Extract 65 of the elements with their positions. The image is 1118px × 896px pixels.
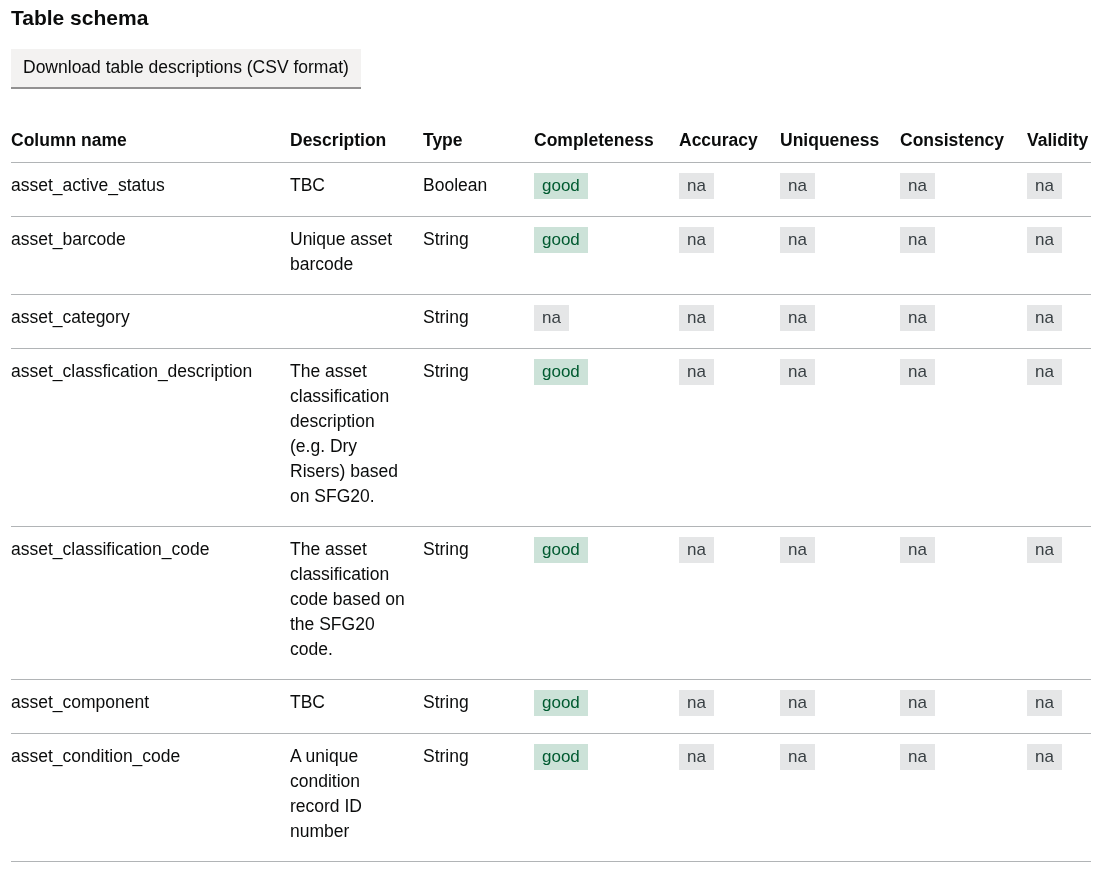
description-text: The asset classification code based on the SFG20 code. bbox=[290, 538, 406, 661]
quality-tag: na bbox=[780, 359, 815, 385]
quality-tag: good bbox=[534, 537, 588, 563]
quality-tag: good bbox=[534, 227, 588, 253]
quality-tag: good bbox=[534, 359, 588, 385]
quality-tag: na bbox=[900, 537, 935, 563]
column-name-text: asset_condition_code bbox=[11, 745, 181, 769]
quality-tag: good bbox=[534, 173, 588, 199]
quality-tag: na bbox=[780, 690, 815, 716]
column-name-text: asset_classification_code bbox=[11, 538, 210, 562]
type-text: String bbox=[423, 360, 469, 383]
quality-tag: na bbox=[1027, 173, 1062, 199]
type-text: String bbox=[423, 745, 469, 768]
quality-tag: na bbox=[780, 744, 815, 770]
quality-tag: na bbox=[679, 744, 714, 770]
description-text: A unique condition record ID number bbox=[290, 745, 363, 843]
quality-tag: good bbox=[534, 690, 588, 716]
quality-tag: na bbox=[900, 227, 935, 253]
type-text: String bbox=[423, 228, 469, 251]
description-text: Unique asset barcode bbox=[290, 228, 394, 276]
quality-tag: na bbox=[679, 173, 714, 199]
quality-tag: na bbox=[1027, 227, 1062, 253]
quality-tag: na bbox=[679, 537, 714, 563]
column-header: Accuracy bbox=[679, 130, 780, 163]
column-header: Uniqueness bbox=[780, 130, 900, 163]
quality-tag: na bbox=[679, 690, 714, 716]
quality-tag: na bbox=[900, 305, 935, 331]
type-text: String bbox=[423, 306, 469, 329]
column-name-text: asset_component bbox=[11, 691, 150, 715]
quality-tag: na bbox=[1027, 537, 1062, 563]
quality-tag: na bbox=[1027, 744, 1062, 770]
type-text: String bbox=[423, 538, 469, 561]
quality-tag: na bbox=[780, 305, 815, 331]
column-name-text: asset_classfication_description bbox=[11, 360, 253, 384]
type-text: Boolean bbox=[423, 174, 488, 197]
quality-tag: na bbox=[780, 227, 815, 253]
description-text: TBC bbox=[290, 174, 325, 197]
description-text: TBC bbox=[290, 691, 325, 714]
quality-tag: na bbox=[679, 227, 714, 253]
quality-tag: good bbox=[534, 744, 588, 770]
column-header: Validity bbox=[1027, 130, 1091, 163]
quality-tag: na bbox=[679, 359, 714, 385]
quality-tag: na bbox=[1027, 305, 1062, 331]
column-header: Consistency bbox=[900, 130, 1027, 163]
quality-tag: na bbox=[900, 173, 935, 199]
column-name-text: asset_active_status bbox=[11, 174, 165, 198]
column-header: Type bbox=[423, 130, 534, 163]
column-header: Completeness bbox=[534, 130, 679, 163]
download-button[interactable]: Download table descriptions (CSV format) bbox=[11, 49, 361, 87]
quality-tag: na bbox=[1027, 359, 1062, 385]
column-header: Column name bbox=[11, 130, 290, 163]
quality-tag: na bbox=[780, 173, 815, 199]
description-text: The asset classification description (e.g. Dry Risers) based on SFG20. bbox=[290, 360, 399, 508]
type-text: String bbox=[423, 691, 469, 714]
quality-tag: na bbox=[900, 359, 935, 385]
section-title: Table schema bbox=[11, 5, 150, 31]
quality-tag: na bbox=[900, 690, 935, 716]
quality-tag: na bbox=[1027, 690, 1062, 716]
column-name-text: asset_category bbox=[11, 306, 130, 330]
column-name-text: asset_barcode bbox=[11, 228, 126, 252]
quality-tag: na bbox=[900, 744, 935, 770]
quality-tag: na bbox=[679, 305, 714, 331]
column-header: Description bbox=[290, 130, 423, 163]
quality-tag: na bbox=[534, 305, 569, 331]
quality-tag: na bbox=[780, 537, 815, 563]
